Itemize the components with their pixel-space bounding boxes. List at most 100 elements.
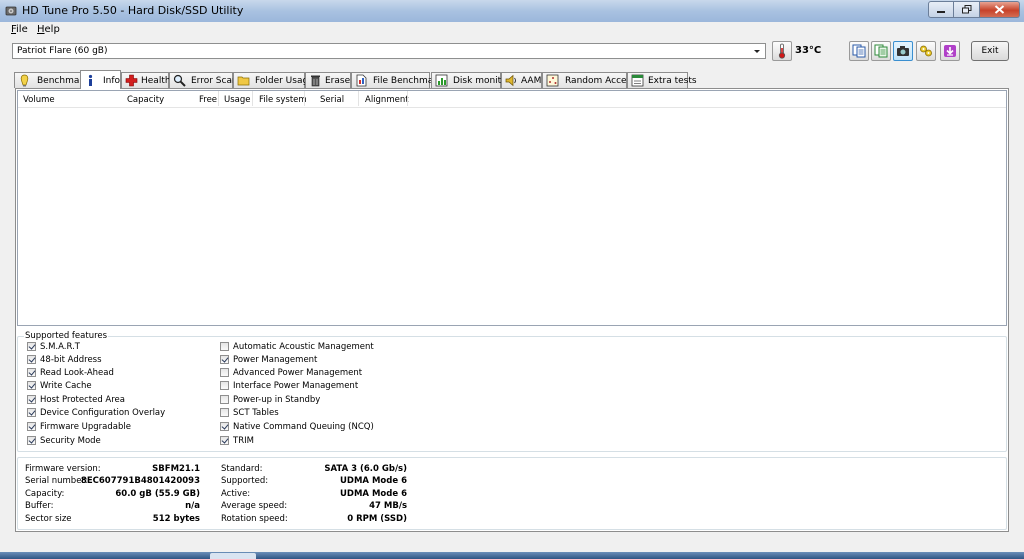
- save-button[interactable]: [940, 41, 960, 61]
- column-header-alignment[interactable]: Alignment: [365, 95, 409, 105]
- volume-list[interactable]: Volume Capacity Free Usage File system S…: [17, 90, 1007, 326]
- menu-help-accel: H: [37, 24, 45, 35]
- tab-aam-label: AAM: [521, 76, 542, 86]
- tab-error-scan-label: Error Scan: [191, 76, 238, 86]
- screenshot-button[interactable]: [893, 41, 913, 61]
- tab-info-label: Info: [103, 76, 121, 86]
- column-header-usage[interactable]: Usage: [224, 95, 250, 105]
- feature-label: Host Protected Area: [40, 395, 125, 405]
- tab-info[interactable]: Info: [80, 70, 121, 89]
- options-button[interactable]: [916, 41, 936, 61]
- column-header-free[interactable]: Free: [199, 95, 217, 105]
- tab-random-access-label: Random Access: [565, 76, 636, 86]
- column-header-serial[interactable]: Serial: [320, 95, 344, 105]
- checkbox[interactable]: [27, 368, 36, 377]
- tab-health[interactable]: Health: [121, 72, 171, 88]
- menu-file[interactable]: File: [11, 24, 28, 35]
- taskbar-button[interactable]: [210, 553, 256, 559]
- supported-label: Supported:: [221, 476, 269, 486]
- feature-label: Native Command Queuing (NCQ): [233, 422, 374, 432]
- checkbox[interactable]: [220, 436, 229, 445]
- close-button[interactable]: [980, 1, 1020, 18]
- tab-erase[interactable]: Erase: [305, 72, 351, 88]
- tab-error-scan[interactable]: Error Scan: [169, 72, 238, 88]
- average-speed-label: Average speed:: [221, 501, 288, 511]
- copy-text-button[interactable]: [849, 41, 869, 61]
- tab-benchmark[interactable]: Benchmark: [14, 72, 88, 88]
- thermometer-icon: [778, 43, 786, 59]
- firmware-version-label: Firmware version:: [25, 464, 101, 474]
- tab-aam[interactable]: AAM: [501, 72, 542, 88]
- feature-label: Device Configuration Overlay: [40, 408, 166, 418]
- checkbox[interactable]: [27, 355, 36, 364]
- feature-label: TRIM: [233, 436, 254, 446]
- restore-icon: [961, 5, 971, 14]
- sector-size-value: 512 bytes: [152, 514, 200, 524]
- feature-label: Security Mode: [40, 436, 101, 446]
- copy-info-button[interactable]: [871, 41, 891, 61]
- column-separator: [358, 91, 359, 106]
- save-download-icon: [944, 45, 956, 57]
- feature-label: Write Cache: [40, 381, 92, 391]
- checkbox[interactable]: [220, 368, 229, 377]
- feature-label: Power Management: [233, 355, 318, 365]
- active-label: Active:: [221, 489, 251, 499]
- tab-health-label: Health: [141, 76, 171, 86]
- drive-select[interactable]: Patriot Flare (60 gB): [12, 43, 766, 59]
- checkbox[interactable]: [220, 408, 229, 417]
- copy-info-icon: [874, 44, 888, 58]
- health-cross-icon: [125, 74, 138, 87]
- maximize-button[interactable]: [954, 1, 980, 18]
- options-keys-icon: [920, 45, 932, 57]
- tab-disk-monitor[interactable]: Disk monitor: [431, 72, 510, 88]
- average-speed-value: 47 MB/s: [369, 501, 407, 511]
- rotation-speed-value: 0 RPM (SSD): [347, 514, 407, 524]
- sector-size-label: Sector size: [25, 514, 72, 524]
- magnifier-icon: [173, 74, 186, 87]
- column-header-volume[interactable]: Volume: [23, 95, 55, 105]
- tab-extra-tests[interactable]: Extra tests: [627, 72, 697, 88]
- checkbox[interactable]: [27, 381, 36, 390]
- serial-number-value: 8EC607791B4801420093: [80, 476, 200, 486]
- supported-features-title: Supported features: [24, 331, 109, 341]
- file-benchmark-icon: [356, 74, 367, 87]
- checkbox[interactable]: [27, 436, 36, 445]
- menu-help[interactable]: Help: [37, 24, 60, 35]
- feature-label: Read Look-Ahead: [40, 368, 114, 378]
- standard-value: SATA 3 (6.0 Gb/s): [324, 464, 407, 474]
- column-header-file-system[interactable]: File system: [259, 95, 307, 105]
- active-value: UDMA Mode 6: [340, 489, 407, 499]
- checkbox[interactable]: [27, 342, 36, 351]
- trash-icon: [311, 75, 320, 87]
- tab-random-access[interactable]: Random Access: [542, 72, 636, 88]
- close-icon: [994, 5, 1005, 14]
- checkbox[interactable]: [27, 408, 36, 417]
- checkbox[interactable]: [220, 422, 229, 431]
- chevron-down-icon: [754, 50, 760, 53]
- minimize-button[interactable]: [928, 1, 954, 18]
- checkbox[interactable]: [27, 395, 36, 404]
- tab-extra-tests-label: Extra tests: [648, 76, 697, 86]
- tab-file-benchmark[interactable]: File Benchmark: [351, 72, 442, 88]
- info-icon: [88, 74, 93, 86]
- feature-label: Automatic Acoustic Management: [233, 342, 374, 352]
- checkbox[interactable]: [220, 395, 229, 404]
- title-bar[interactable]: HD Tune Pro 5.50 - Hard Disk/SSD Utility: [0, 0, 1024, 22]
- temperature-button[interactable]: [772, 41, 792, 61]
- feature-label: S.M.A.R.T: [40, 342, 80, 352]
- checkbox[interactable]: [220, 342, 229, 351]
- menu-file-label: ile: [16, 24, 28, 35]
- exit-button[interactable]: Exit: [971, 41, 1009, 61]
- taskbar: [0, 552, 1024, 559]
- checkbox[interactable]: [220, 355, 229, 364]
- firmware-version-value: SBFM21.1: [152, 464, 200, 474]
- feature-label: Firmware Upgradable: [40, 422, 131, 432]
- column-header-capacity[interactable]: Capacity: [127, 95, 164, 105]
- feature-label: Advanced Power Management: [233, 368, 363, 378]
- checkbox[interactable]: [27, 422, 36, 431]
- checkbox[interactable]: [220, 381, 229, 390]
- tab-folder-usage[interactable]: Folder Usage: [233, 72, 314, 88]
- feature-label: 48-bit Address: [40, 355, 102, 365]
- window-controls: [928, 1, 1020, 18]
- supported-value: UDMA Mode 6: [340, 476, 407, 486]
